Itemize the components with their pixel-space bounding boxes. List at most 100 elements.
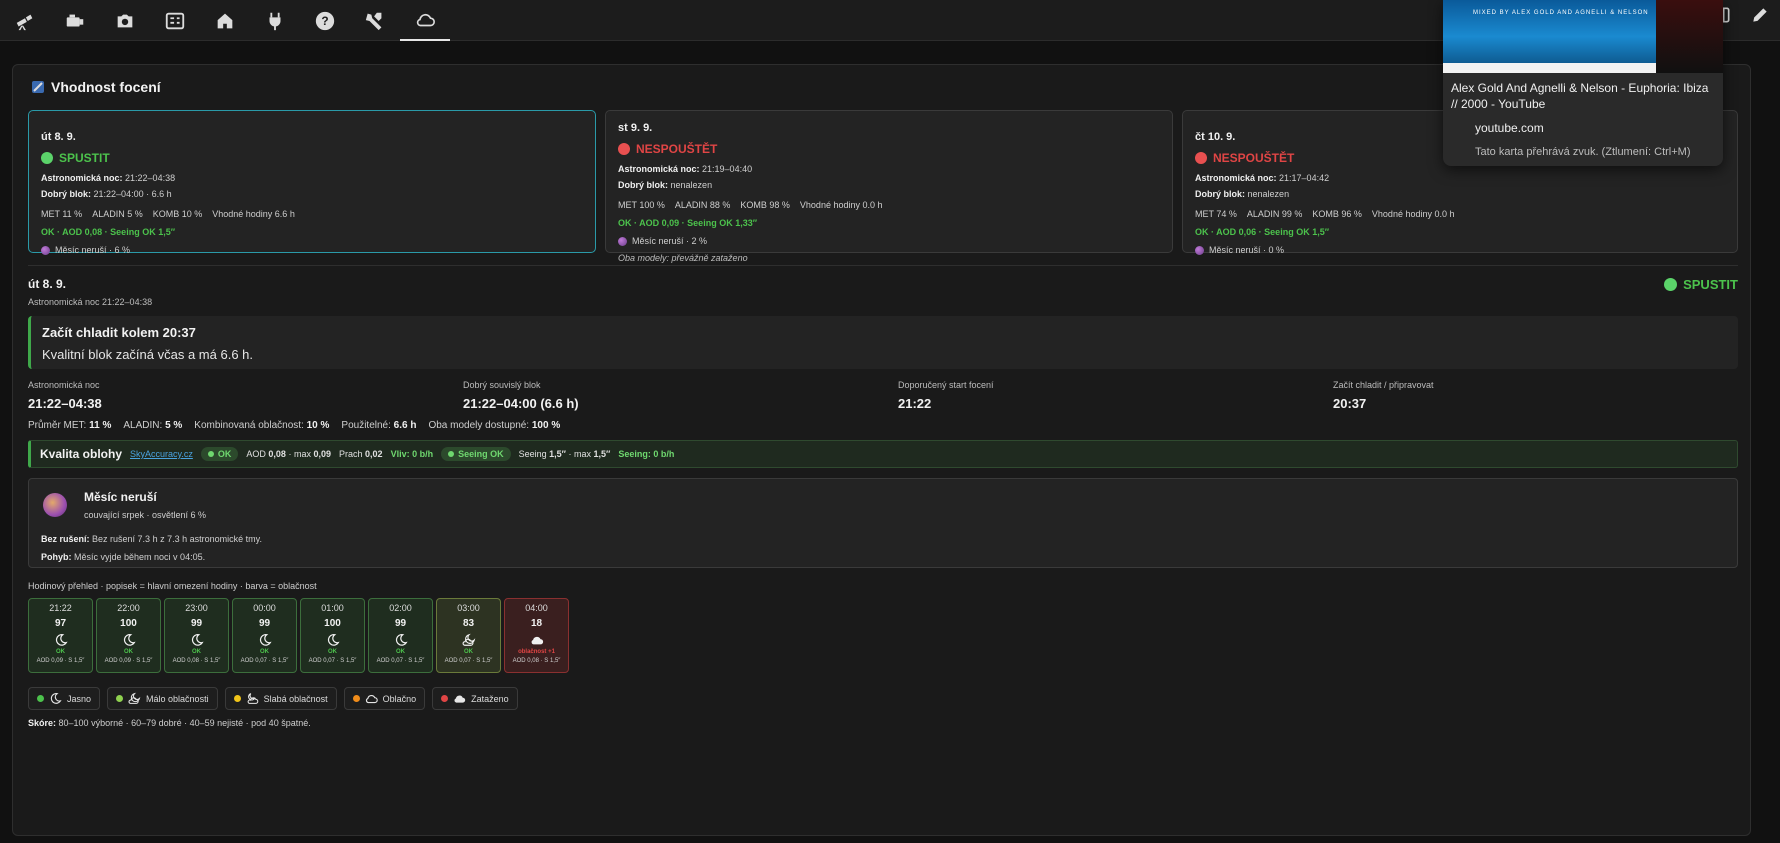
good-block: Dobrý blok: nenalezen: [618, 180, 713, 190]
moon-clear-icon: [259, 634, 272, 646]
cooling-banner: Začít chladit kolem 20:37 Kvalitní blok …: [28, 316, 1738, 369]
thumbnail-caption: MIXED BY ALEX GOLD AND AGNELLI & NELSON: [1473, 10, 1649, 16]
seeing-ok-badge: Seeing OK: [441, 447, 511, 461]
good-block: Dobrý blok: 21:22–04:00 · 6.6 h: [41, 189, 172, 199]
day-metrics: MET 100 % ALADIN 88 % KOMB 98 % Vhodné hodi…: [618, 200, 883, 210]
tab-weather[interactable]: [400, 0, 450, 41]
hour-cell[interactable]: 04:00 18 oblačnost +1 AOD 0,08 · S 1,5″: [504, 598, 569, 673]
stat-recommended-start: Doporučený start focení 21:22: [898, 380, 994, 411]
status-dot-icon: [41, 152, 53, 164]
seeing-impact: Seeing: 0 b/h: [618, 449, 675, 459]
tab-telescope[interactable]: [0, 0, 50, 41]
moon-clouds-icon: [247, 693, 258, 704]
moon-icon: [618, 236, 627, 246]
tab-power[interactable]: [250, 0, 300, 41]
day-metrics: MET 11 % ALADIN 5 % KOMB 10 % Vhodné hodiny…: [41, 209, 295, 219]
moon-subtitle: couvající srpek · osvětlení 6 %: [84, 510, 207, 520]
telescope-icon: [32, 81, 44, 93]
equipment-icon: [165, 12, 185, 29]
sky-ok-line: OK · AOD 0,08 · Seeing OK 1,5″: [41, 227, 176, 237]
moon-clear-icon: [395, 634, 408, 646]
divider: [28, 265, 1738, 266]
video-thumbnail: MIXED BY ALEX GOLD AND AGNELLI & NELSON: [1443, 0, 1723, 73]
hour-cell[interactable]: 23:00 99 OK AOD 0,08 · S 1,5″: [164, 598, 229, 673]
legend-item: Málo oblačnosti: [107, 687, 218, 710]
legend-item: Jasno: [28, 687, 101, 710]
moon-box: Měsíc neruší couvající srpek · osvětlení…: [28, 478, 1738, 568]
dust-value: Prach 0,02: [339, 449, 383, 459]
detail-subtitle: Astronomická noc 21:22–04:38: [28, 297, 153, 307]
tab-equipment[interactable]: [150, 0, 200, 41]
moon-cloud-icon: [462, 633, 475, 646]
cooling-text: Kvalitní blok začíná včas a má 6.6 h.: [42, 347, 253, 362]
thumbnail-side-image: [1656, 0, 1723, 73]
hour-cell[interactable]: 03:00 83 OK AOD 0,07 · S 1,5″: [436, 598, 501, 673]
summary-line: Průměr MET: 11 % ALADIN: 5 % Kombinovaná…: [28, 420, 561, 431]
aod-impact: Vliv: 0 b/h: [390, 449, 434, 459]
tab-help[interactable]: ?: [300, 0, 350, 41]
observatory-icon: [217, 13, 233, 28]
tab-mount[interactable]: [50, 0, 100, 41]
sky-quality-bar: Kvalita oblohy SkyAccuracy.cz OK AOD 0,0…: [28, 440, 1738, 468]
camera-icon: [117, 14, 133, 27]
photo-suitability-panel: Vhodnost focení út 8. 9. SPUSTIT Astrono…: [12, 64, 1751, 836]
hour-cell[interactable]: 01:00 100 OK AOD 0,07 · S 1,5″: [300, 598, 365, 673]
hourly-label: Hodinový přehled · popisek = hlavní omez…: [28, 581, 317, 591]
legend-item: Zataženo: [432, 687, 518, 710]
status-text: SPUSTIT: [59, 151, 110, 165]
moon-icon: [1195, 245, 1204, 255]
thumbnail-page-bar: [1443, 63, 1656, 73]
status-dot-icon: [618, 143, 630, 155]
moon-cloud-icon: [128, 692, 141, 704]
hour-cell[interactable]: 02:00 99 OK AOD 0,07 · S 1,5″: [368, 598, 433, 673]
preview-domain: youtube.com: [1475, 121, 1544, 135]
cooling-title: Začít chladit kolem 20:37: [42, 325, 196, 340]
astro-night: Astronomická noc: 21:19–04:40: [618, 164, 753, 174]
day-metrics: MET 74 % ALADIN 99 % KOMB 96 % Vhodné hodin…: [1195, 209, 1455, 219]
good-block: Dobrý blok: nenalezen: [1195, 189, 1290, 199]
cloud-icon: [531, 636, 543, 645]
plug-icon: [269, 12, 281, 30]
tab-preview-popup[interactable]: MIXED BY ALEX GOLD AND AGNELLI & NELSON …: [1443, 0, 1723, 166]
moon-line: Měsíc neruší · 2 %: [618, 236, 1160, 246]
tab-bar: ?: [0, 0, 450, 41]
stat-cooling-start: Začít chladit / připravovat 20:37: [1333, 380, 1434, 411]
score-legend: Skóre: 80–100 výborné · 60–79 dobré · 40…: [28, 718, 311, 728]
hourly-overview: 21:22 97 OK AOD 0,09 · S 1,5″ 22:00 100 OK AOD…: [28, 598, 569, 673]
tab-observatory[interactable]: [200, 0, 250, 41]
cloud-legend: Jasno Málo oblačnosti Slabá oblačnost Ob…: [28, 687, 518, 710]
moon-clear-icon: [123, 634, 136, 646]
moon-line: Měsíc neruší · 6 %: [41, 245, 583, 255]
astro-night: Astronomická noc: 21:22–04:38: [41, 173, 176, 183]
moon-line: Měsíc neruší · 0 %: [1195, 245, 1725, 255]
moon-icon: [41, 245, 50, 255]
status-text: NESPOUŠTĚT: [1213, 151, 1295, 165]
hour-cell[interactable]: 21:22 97 OK AOD 0,09 · S 1,5″: [28, 598, 93, 673]
status-text: SPUSTIT: [1683, 277, 1738, 292]
status-dot-icon: [1664, 278, 1678, 291]
preview-audio-note: Tato karta přehrává zvuk. (Ztlumení: Ctr…: [1475, 146, 1691, 158]
moon-clear-icon: [50, 693, 62, 704]
legend-item: Slabá oblačnost: [224, 687, 337, 710]
tab-tools[interactable]: [350, 0, 400, 41]
hour-cell[interactable]: 00:00 99 OK AOD 0,07 · S 1,5″: [232, 598, 297, 673]
tab-camera[interactable]: [100, 0, 150, 41]
detail-day: út 8. 9.: [28, 277, 67, 291]
skyaccuracy-link[interactable]: SkyAccuracy.cz: [130, 449, 193, 459]
mount-icon: [66, 14, 84, 26]
day-card[interactable]: st 9. 9. NESPOUŠTĚT Astronomická noc: 21…: [605, 110, 1173, 263]
hour-cell[interactable]: 22:00 100 OK AOD 0,09 · S 1,5″: [96, 598, 161, 673]
question-icon: ?: [315, 11, 335, 30]
moon-no-disturb: Bez rušení: Bez rušení 7.3 h z 7.3 h ast…: [41, 534, 262, 544]
cloud-outline-icon: [365, 695, 378, 704]
day-name: st 9. 9.: [618, 122, 653, 134]
stat-astro-night: Astronomická noc 21:22–04:38: [28, 380, 102, 411]
panel-title-text: Vhodnost focení: [51, 79, 161, 95]
pencil-icon[interactable]: [1750, 5, 1770, 25]
day-name: út 8. 9.: [41, 131, 76, 143]
panel-title: Vhodnost focení: [31, 79, 161, 95]
day-card[interactable]: út 8. 9. SPUSTIT Astronomická noc: 21:22…: [28, 110, 596, 255]
day-status: NESPOUŠTĚT: [618, 142, 1160, 156]
status-text: NESPOUŠTĚT: [636, 142, 718, 156]
aod-value: AOD 0,08 · max 0,09: [246, 449, 331, 459]
